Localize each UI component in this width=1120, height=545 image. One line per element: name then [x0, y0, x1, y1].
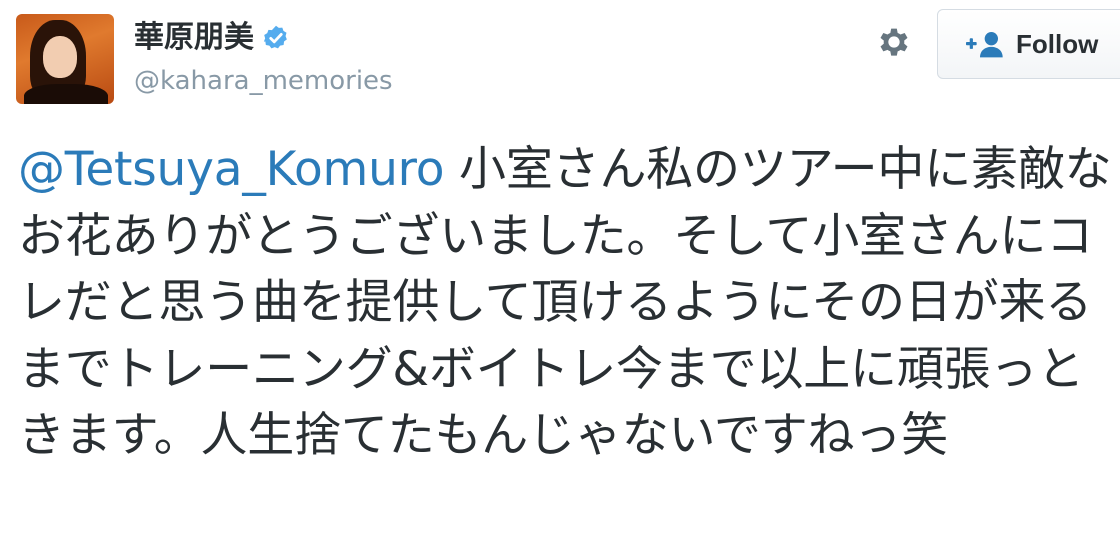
add-user-icon	[966, 32, 1003, 58]
avatar[interactable]	[16, 14, 114, 104]
avatar-shoulder	[24, 84, 108, 104]
follow-button[interactable]: Follow	[937, 9, 1120, 79]
tweet-header: 華原朋美 @kahara_memories Follow	[0, 0, 1120, 120]
avatar-face	[43, 36, 77, 78]
user-handle[interactable]: @kahara_memories	[134, 64, 393, 98]
mention-link[interactable]: @Tetsuya_Komuro	[18, 142, 445, 197]
follow-label: Follow	[1016, 28, 1099, 59]
name-row: 華原朋美	[134, 18, 290, 58]
verified-badge-icon	[263, 25, 287, 49]
display-name[interactable]: 華原朋美	[134, 18, 254, 58]
tweet-text: @Tetsuya_Komuro 小室さん私のツアー中に素敵なお花ありがとうござい…	[18, 137, 1114, 470]
gear-icon[interactable]	[874, 22, 914, 62]
